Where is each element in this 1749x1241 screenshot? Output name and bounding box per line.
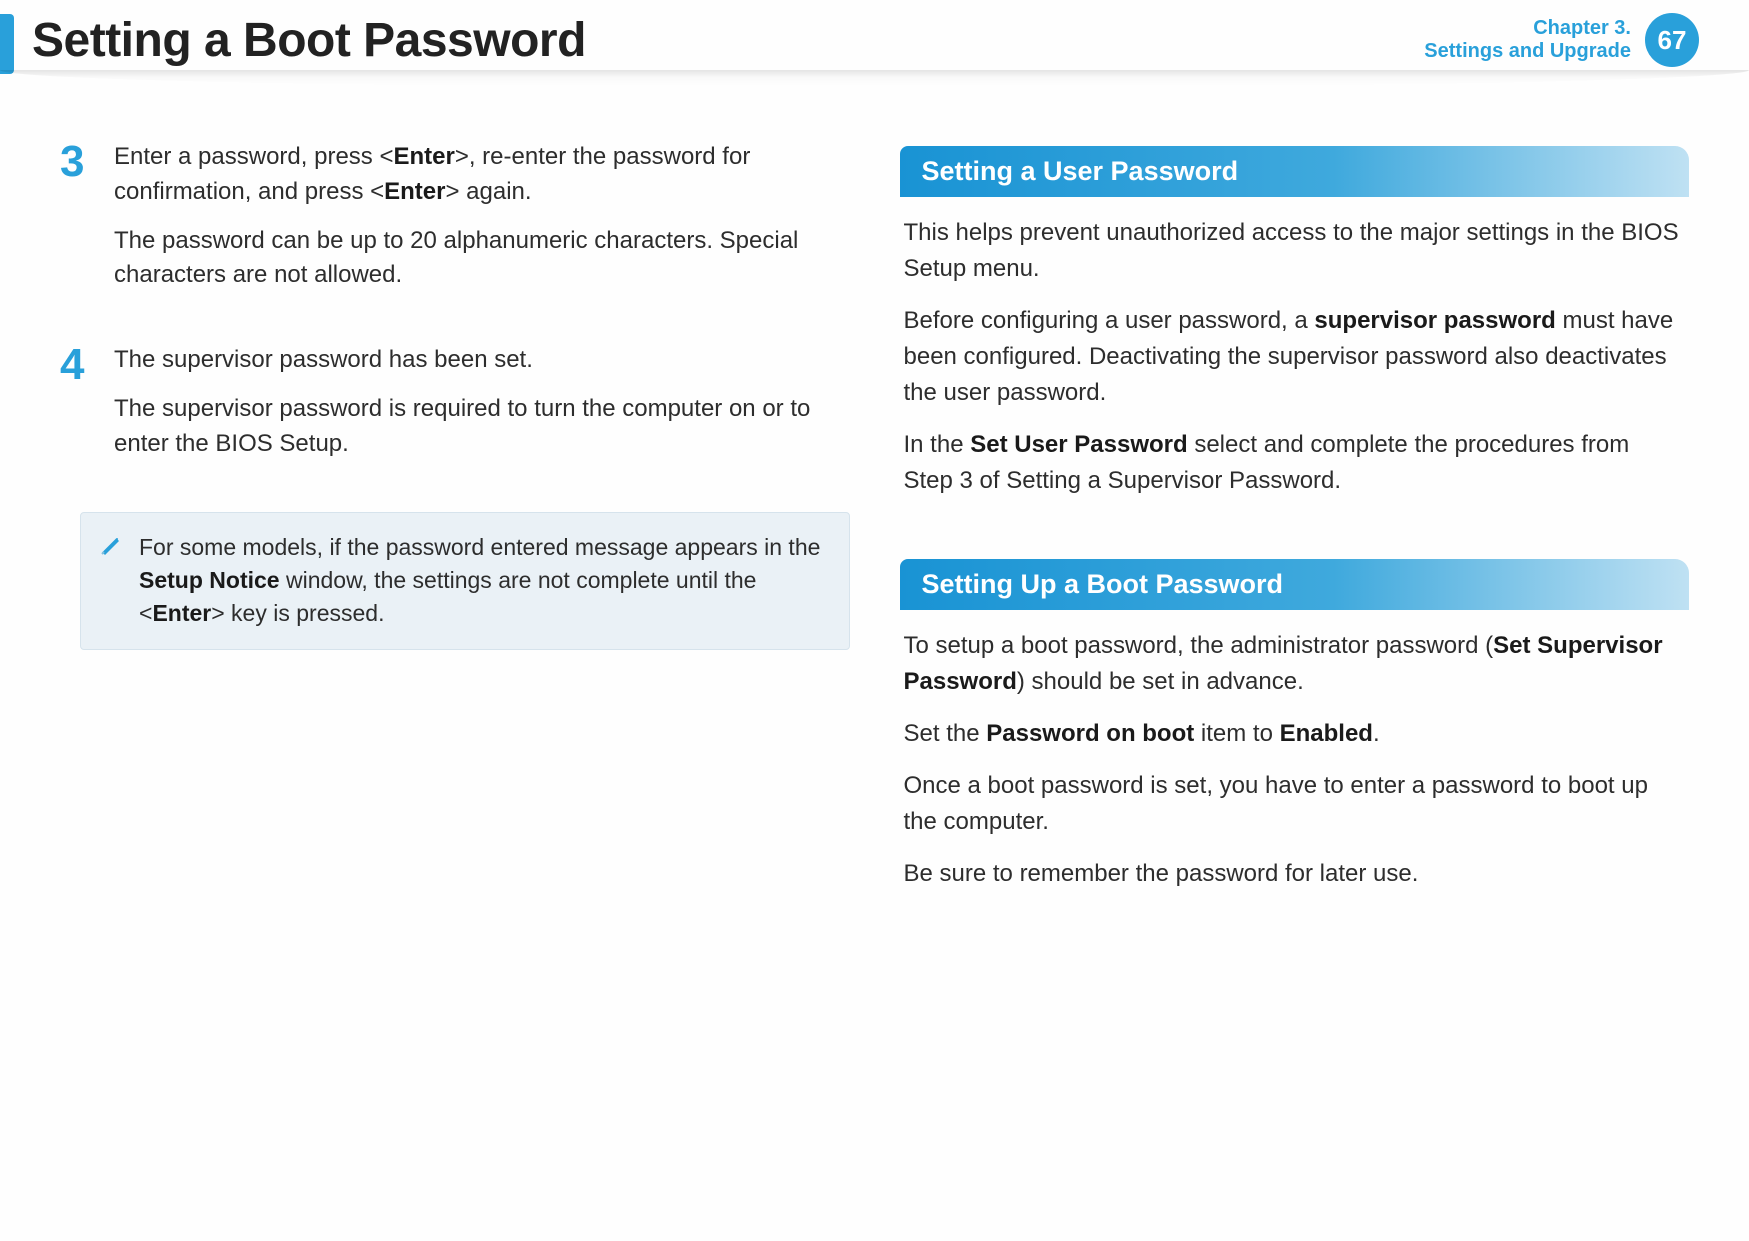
content-area: 3 Enter a password, press <Enter>, re-en…: [0, 80, 1749, 952]
step3-line2: The password can be up to 20 alphanumeri…: [114, 224, 850, 294]
section-heading: Setting a User Password: [900, 146, 1690, 197]
section-body: To setup a boot password, the administra…: [900, 628, 1690, 892]
section-boot-password: Setting Up a Boot Password To setup a bo…: [900, 559, 1690, 892]
header-tab-accent: [0, 14, 14, 74]
text: Set the: [904, 720, 987, 747]
step-body: The supervisor password has been set. Th…: [114, 343, 850, 475]
note-icon: [99, 533, 123, 566]
section-user-password: Setting a User Password This helps preve…: [900, 146, 1690, 499]
text: Enter a password, press <: [114, 143, 393, 170]
bootpw-p2: Set the Password on boot item to Enabled…: [904, 716, 1686, 752]
step-3: 3 Enter a password, press <Enter>, re-en…: [60, 140, 850, 307]
page-number-badge: 67: [1645, 13, 1699, 67]
bold-password-on-boot: Password on boot: [986, 720, 1194, 747]
note-text: For some models, if the password entered…: [139, 534, 820, 627]
text: ) should be set in advance.: [1017, 668, 1304, 695]
step-number: 4: [60, 343, 94, 475]
chapter-sub: Settings and Upgrade: [1424, 40, 1631, 63]
page-header: Setting a Boot Password Chapter 3. Setti…: [0, 0, 1749, 80]
header-right: Chapter 3. Settings and Upgrade 67: [1424, 13, 1699, 67]
step4-line1: The supervisor password has been set.: [114, 343, 850, 378]
key-enter: Enter: [393, 143, 454, 170]
bold-set-user-password: Set User Password: [970, 431, 1187, 458]
userpw-p3: In the Set User Password select and comp…: [904, 427, 1686, 499]
userpw-p2: Before configuring a user password, a su…: [904, 303, 1686, 411]
right-column: Setting a User Password This helps preve…: [900, 140, 1690, 952]
step-4: 4 The supervisor password has been set. …: [60, 343, 850, 475]
text: > again.: [446, 178, 532, 205]
step-body: Enter a password, press <Enter>, re-ente…: [114, 140, 850, 307]
userpw-p1: This helps prevent unauthorized access t…: [904, 215, 1686, 287]
note-card: For some models, if the password entered…: [80, 512, 850, 650]
left-column: 3 Enter a password, press <Enter>, re-en…: [60, 140, 850, 952]
key-enter: Enter: [152, 600, 211, 626]
chapter-block: Chapter 3. Settings and Upgrade: [1424, 17, 1631, 63]
text: In the: [904, 431, 971, 458]
bootpw-p1: To setup a boot password, the administra…: [904, 628, 1686, 700]
text: For some models, if the password entered…: [139, 534, 820, 560]
text: .: [1373, 720, 1380, 747]
bold-enabled: Enabled: [1280, 720, 1373, 747]
section-body: This helps prevent unauthorized access t…: [900, 215, 1690, 499]
chapter-label: Chapter 3.: [1424, 17, 1631, 40]
header-left: Setting a Boot Password: [0, 10, 586, 70]
page-title: Setting a Boot Password: [32, 13, 586, 68]
text: Before configuring a user password, a: [904, 307, 1315, 334]
text: item to: [1194, 720, 1279, 747]
text: > key is pressed.: [211, 600, 384, 626]
bold-supervisor-password: supervisor password: [1314, 307, 1555, 334]
step-number: 3: [60, 140, 94, 307]
section-heading: Setting Up a Boot Password: [900, 559, 1690, 610]
step3-line1: Enter a password, press <Enter>, re-ente…: [114, 140, 850, 210]
bootpw-p4: Be sure to remember the password for lat…: [904, 856, 1686, 892]
bold-setup-notice: Setup Notice: [139, 567, 280, 593]
bootpw-p3: Once a boot password is set, you have to…: [904, 768, 1686, 840]
step4-line2: The supervisor password is required to t…: [114, 392, 850, 462]
text: To setup a boot password, the administra…: [904, 632, 1494, 659]
key-enter: Enter: [384, 178, 445, 205]
